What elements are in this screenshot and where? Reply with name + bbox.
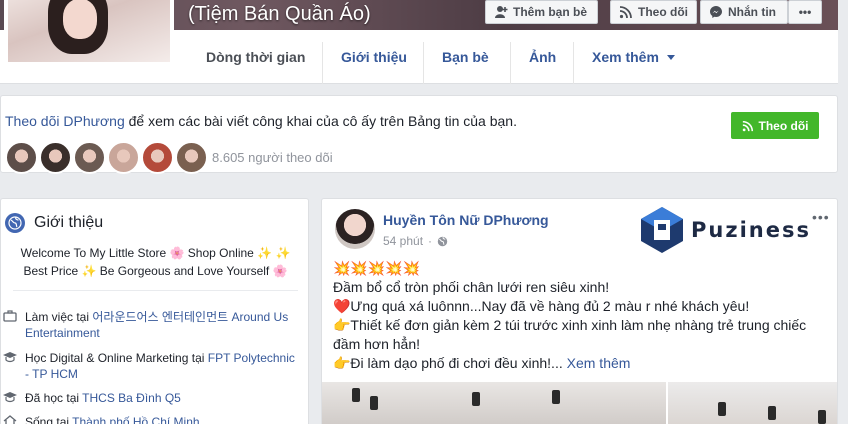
intro-school: Đã học tại THCS Ba Đình Q5 — [1, 390, 301, 406]
follow-prompt-text: Theo dõi DPhương để xem các bài viết côn… — [5, 113, 517, 129]
post-line: Đầm bổ cổ tròn phối chân lưới ren siêu x… — [333, 279, 610, 295]
post-options-button[interactable]: ••• — [812, 209, 830, 225]
intro-study-prefix: Học Digital & Online Marketing tại — [25, 351, 208, 365]
post-text: 💥💥💥💥💥 Đầm bổ cổ tròn phối chân lưới ren … — [333, 259, 828, 373]
post-line: 👉Thiết kế đơn giản kèm 2 túi trước xinh … — [333, 317, 807, 352]
ceiling-light — [472, 392, 480, 406]
see-more-link[interactable]: Xem thêm — [567, 355, 631, 371]
tab-more-label: Xem thêm — [592, 49, 659, 65]
briefcase-icon — [1, 309, 19, 341]
tab-friends[interactable]: Bạn bè — [424, 30, 507, 84]
globe-icon[interactable] — [437, 236, 448, 247]
add-friend-button[interactable]: Thêm bạn bè — [485, 0, 598, 24]
intro-title: Giới thiệu — [34, 214, 104, 231]
more-options-button[interactable]: ••• — [788, 0, 822, 24]
intro-header: Giới thiệu — [5, 213, 103, 233]
ceiling-light — [352, 388, 360, 402]
follow-header-label: Theo dõi — [638, 5, 688, 19]
post-line: 💥💥💥💥💥 — [333, 260, 421, 276]
intro-school-prefix: Đã học tại — [25, 391, 83, 405]
post-line: ❤️Ưng quá xá luônnn...Nay đã về hàng đủ … — [333, 298, 750, 314]
tab-photos[interactable]: Ảnh — [511, 30, 574, 84]
follow-profile-link[interactable]: Theo dõi DPhương — [5, 113, 125, 129]
rss-icon — [619, 6, 632, 19]
post-photos — [322, 382, 837, 424]
follower-avatar[interactable] — [39, 141, 72, 174]
post-photo[interactable] — [668, 382, 837, 424]
follower-avatars[interactable] — [5, 141, 208, 174]
puziness-logo — [641, 207, 683, 253]
intro-panel: Giới thiệu Welcome To My Little Store 🌸 … — [0, 198, 309, 424]
follower-count: 8.605 người theo dõi — [212, 150, 333, 165]
tab-about[interactable]: Giới thiệu — [323, 30, 425, 84]
ceiling-light — [370, 396, 378, 410]
post-author-name[interactable]: Huyền Tôn Nữ DPhương — [383, 212, 549, 228]
chevron-down-icon — [666, 54, 675, 60]
intro-lives-prefix: Sống tại — [25, 415, 73, 424]
follower-avatar[interactable] — [107, 141, 140, 174]
tab-more[interactable]: Xem thêm — [574, 30, 693, 84]
page-name: (Tiệm Bán Quần Áo) — [188, 3, 371, 25]
intro-bio: Welcome To My Little Store 🌸 Shop Online… — [1, 244, 310, 280]
rss-icon — [742, 120, 753, 131]
bio-line: Best Price ✨ Be Gorgeous and Love Yourse… — [23, 264, 288, 278]
follower-avatar[interactable] — [175, 141, 208, 174]
graduation-cap-icon — [1, 350, 19, 382]
ceiling-light — [718, 402, 726, 416]
intro-work-prefix: Làm việc tại — [25, 310, 93, 324]
globe-icon — [5, 213, 25, 233]
intro-school-link[interactable]: THCS Ba Đình Q5 — [82, 391, 181, 405]
dot-separator: · — [428, 234, 433, 248]
post-time-text[interactable]: 54 phút — [383, 234, 423, 248]
follower-avatar[interactable] — [5, 141, 38, 174]
watermark-text: Puziness — [691, 218, 811, 242]
message-label: Nhắn tin — [728, 5, 776, 19]
bio-line: Welcome To My Little Store 🌸 Shop Online… — [20, 246, 291, 260]
intro-lives-link[interactable]: Thành phố Hồ Chí Minh — [72, 415, 199, 424]
post-timestamp: 54 phút · — [383, 234, 448, 248]
post-author-avatar[interactable] — [335, 209, 375, 249]
profile-photo — [8, 0, 170, 62]
more-options-label: ••• — [798, 5, 812, 19]
divider — [13, 290, 298, 291]
ceiling-light — [552, 390, 560, 404]
intro-work: Làm việc tại 어라운드어스 엔터테인먼트 Around Us Ent… — [1, 309, 301, 341]
follow-header-button[interactable]: Theo dõi — [610, 0, 697, 24]
follow-prompt-rest: để xem các bài viết công khai của cô ấy … — [124, 113, 517, 129]
home-icon — [1, 414, 19, 424]
message-button[interactable]: Nhắn tin — [700, 0, 788, 24]
follow-prompt-box: Theo dõi DPhương để xem các bài viết côn… — [0, 95, 838, 174]
ceiling-light — [768, 406, 776, 420]
graduation-cap-icon — [1, 390, 19, 406]
intro-study: Học Digital & Online Marketing tại FPT P… — [1, 350, 301, 382]
messenger-icon — [710, 6, 722, 18]
add-friend-label: Thêm bạn bè — [513, 5, 588, 19]
feed-post: Huyền Tôn Nữ DPhương 54 phút · Puziness … — [321, 198, 838, 424]
puziness-watermark: Puziness — [639, 205, 811, 255]
post-last-line: 👉Đi làm dạo phố đi chơi đều xinh!... — [333, 355, 563, 371]
ceiling-light — [818, 410, 826, 424]
follower-avatar[interactable] — [141, 141, 174, 174]
tab-timeline[interactable]: Dòng thời gian — [188, 30, 323, 84]
follower-avatar[interactable] — [73, 141, 106, 174]
post-line: 👉Đi làm dạo phố đi chơi đều xinh!... Xem… — [333, 354, 828, 373]
profile-picture[interactable] — [4, 0, 174, 66]
post-photo[interactable] — [322, 382, 666, 424]
intro-lives: Sống tại Thành phố Hồ Chí Minh — [1, 414, 301, 424]
follow-button-label: Theo dõi — [758, 118, 809, 133]
follow-button[interactable]: Theo dõi — [731, 112, 819, 139]
add-friend-icon — [495, 6, 508, 18]
